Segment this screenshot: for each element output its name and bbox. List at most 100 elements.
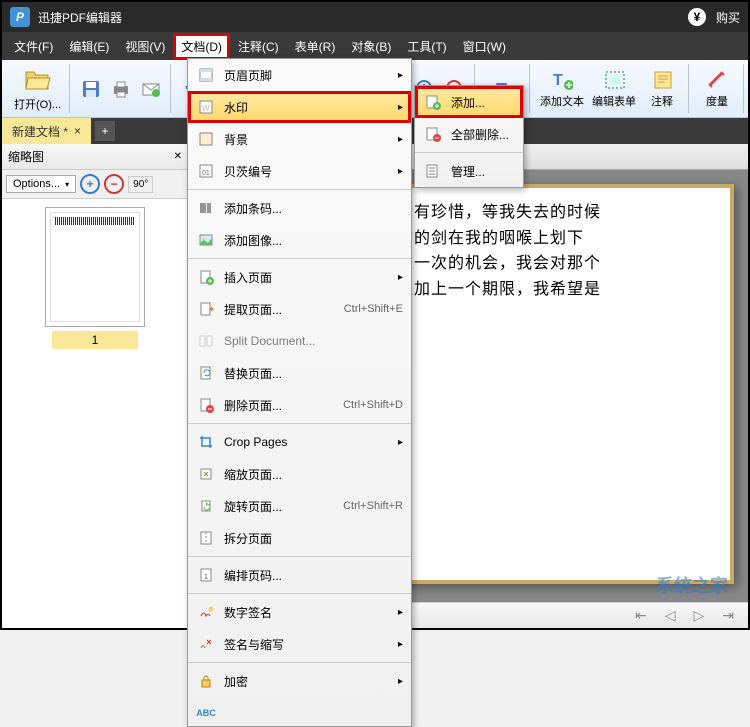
save-button[interactable] — [76, 76, 106, 102]
separator — [415, 152, 523, 153]
header-footer-icon — [196, 65, 216, 85]
menu-tools[interactable]: 工具(T) — [399, 33, 454, 60]
barcode-icon — [196, 198, 216, 218]
menu-document[interactable]: 文档(D) — [173, 33, 230, 60]
chevron-right-icon: ▸ — [398, 272, 403, 283]
menu-header-footer[interactable]: 页眉页脚 ▸ — [188, 59, 411, 91]
svg-text:W: W — [202, 104, 210, 113]
app-icon: P — [10, 7, 30, 27]
open-button[interactable]: 打开(O)... — [10, 64, 65, 114]
menu-replace-page[interactable]: 替换页面... — [188, 357, 411, 389]
menubar: 文件(F) 编辑(E) 视图(V) 文档(D) 注释(C) 表单(R) 对象(B… — [2, 32, 748, 60]
menu-rotate-page[interactable]: 旋转页面... Ctrl+Shift+R — [188, 490, 411, 522]
menu-page-number[interactable]: 1 编排页码... — [188, 559, 411, 591]
chevron-right-icon: ▸ — [398, 102, 403, 113]
menu-add-barcode[interactable]: 添加条码... — [188, 192, 411, 224]
menu-view[interactable]: 视图(V) — [117, 33, 173, 60]
chevron-right-icon: ▸ — [398, 437, 403, 448]
menu-bates[interactable]: 01 贝茨编号 ▸ — [188, 155, 411, 187]
menu-crop-pages[interactable]: Crop Pages ▸ — [188, 426, 411, 458]
add-tab-button[interactable]: + — [95, 121, 115, 141]
ruler-icon — [706, 69, 728, 91]
submenu-add[interactable]: 添加... — [415, 86, 523, 118]
menu-object[interactable]: 对象(B) — [343, 33, 399, 60]
menu-zoom-page[interactable]: 缩放页面... — [188, 458, 411, 490]
menu-window[interactable]: 窗口(W) — [455, 33, 514, 60]
watermark-icon: W — [196, 97, 216, 117]
annotate-button[interactable]: 注释 — [640, 67, 684, 111]
menu-edit[interactable]: 编辑(E) — [61, 33, 117, 60]
submenu-delete-all[interactable]: 全部删除... — [415, 118, 523, 150]
menu-watermark[interactable]: W 水印 ▸ — [188, 91, 411, 123]
separator — [188, 593, 411, 594]
note-icon — [651, 69, 673, 91]
separator — [188, 662, 411, 663]
nav-prev-button[interactable]: ◁ — [659, 605, 682, 626]
buy-link[interactable]: 购买 — [716, 9, 740, 26]
background-icon — [196, 129, 216, 149]
chevron-right-icon: ▸ — [398, 166, 403, 177]
menu-background[interactable]: 背景 ▸ — [188, 123, 411, 155]
thumb-zoom-out[interactable]: − — [104, 174, 124, 194]
options-button[interactable]: Options... ▾ — [6, 175, 76, 193]
nav-last-button[interactable]: ⇥ — [716, 605, 740, 626]
menu-annotate[interactable]: 注释(C) — [230, 33, 287, 60]
delete-all-icon — [423, 124, 443, 144]
chevron-right-icon: ▸ — [398, 70, 403, 81]
menu-abc[interactable]: ABC — [188, 697, 411, 726]
nav-first-button[interactable]: ⇤ — [629, 605, 653, 626]
insert-page-icon — [196, 267, 216, 287]
document-menu-dropdown: 页眉页脚 ▸ W 水印 ▸ 背景 ▸ 01 贝茨编号 ▸ 添加条码... 添加图… — [187, 58, 412, 727]
submenu-manage[interactable]: 管理... — [415, 155, 523, 187]
edit-form-button[interactable]: 编辑表单 — [588, 67, 640, 111]
manage-icon — [423, 161, 443, 181]
document-tab[interactable]: 新建文档 * × — [2, 118, 91, 144]
add-text-button[interactable]: T 添加文本 — [536, 67, 588, 111]
thumbnail-page-number: 1 — [52, 331, 139, 349]
measure-button[interactable]: 度量 — [695, 67, 739, 111]
menu-digital-sign[interactable]: 数字签名 ▸ — [188, 596, 411, 628]
menu-sign-abbrev[interactable]: 签名与缩写 ▸ — [188, 628, 411, 660]
sidebar-close-button[interactable]: ✕ — [174, 151, 182, 162]
extract-icon — [196, 299, 216, 319]
menu-split-page[interactable]: 拆分页面 — [188, 522, 411, 554]
menu-form[interactable]: 表单(R) — [287, 33, 344, 60]
signature-icon — [196, 602, 216, 622]
split-icon — [196, 331, 216, 351]
chevron-right-icon: ▸ — [398, 607, 403, 618]
delete-page-icon — [196, 395, 216, 415]
menu-file[interactable]: 文件(F) — [6, 33, 61, 60]
menu-add-image[interactable]: 添加图像... — [188, 224, 411, 256]
print-button[interactable] — [106, 76, 136, 102]
separator — [188, 258, 411, 259]
abc-icon: ABC — [196, 703, 216, 723]
rotate-button[interactable]: 90° — [128, 176, 153, 193]
add-text-icon: T — [551, 69, 573, 91]
close-tab-button[interactable]: × — [74, 124, 81, 138]
thumb-zoom-in[interactable]: + — [80, 174, 100, 194]
image-icon — [196, 230, 216, 250]
currency-icon[interactable]: ¥ — [688, 8, 706, 26]
page-number-icon: 1 — [196, 565, 216, 585]
app-title: 迅捷PDF编辑器 — [38, 9, 688, 26]
page-thumbnail[interactable] — [45, 207, 145, 327]
email-button[interactable] — [136, 76, 166, 102]
sign-abbrev-icon — [196, 634, 216, 654]
split-page-icon — [196, 528, 216, 548]
rotate-page-icon — [196, 496, 216, 516]
form-icon — [603, 69, 625, 91]
menu-insert-page[interactable]: 插入页面 ▸ — [188, 261, 411, 293]
chevron-right-icon: ▸ — [398, 676, 403, 687]
menu-extract-page[interactable]: 提取页面... Ctrl+Shift+E — [188, 293, 411, 325]
zoom-page-icon — [196, 464, 216, 484]
menu-delete-page[interactable]: 删除页面... Ctrl+Shift+D — [188, 389, 411, 421]
watermark-submenu: 添加... 全部删除... 管理... — [414, 85, 524, 188]
svg-text:T: T — [553, 72, 563, 89]
menu-encrypt[interactable]: 加密 ▸ — [188, 665, 411, 697]
chevron-right-icon: ▸ — [398, 134, 403, 145]
nav-next-button[interactable]: ▷ — [687, 605, 710, 626]
lock-icon — [196, 671, 216, 691]
menu-split-document[interactable]: Split Document... — [188, 325, 411, 357]
email-icon — [140, 78, 162, 100]
replace-icon — [196, 363, 216, 383]
